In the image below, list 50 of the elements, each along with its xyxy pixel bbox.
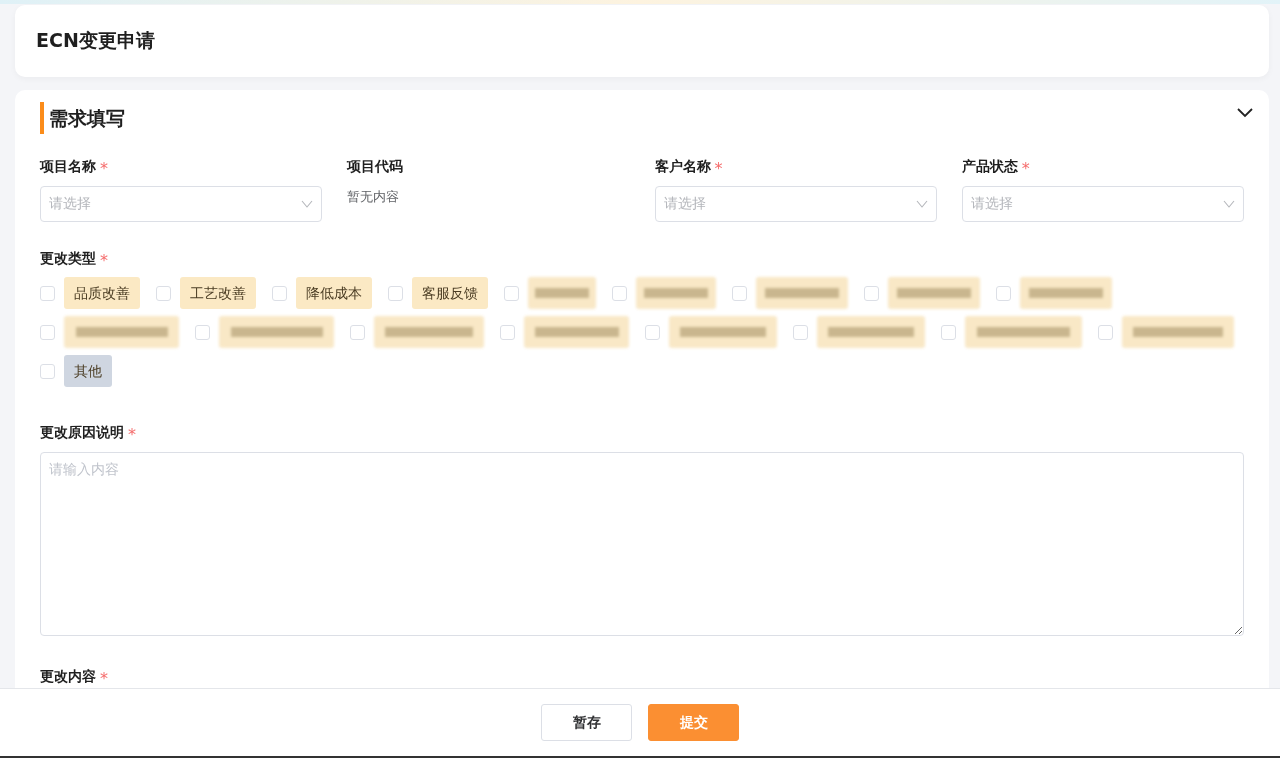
field-label: 更改类型 <box>40 250 96 268</box>
section-title: 需求填写 <box>40 102 125 134</box>
checkbox[interactable] <box>1098 324 1113 340</box>
submit-button[interactable]: 提交 <box>648 704 739 741</box>
checkbox[interactable] <box>350 324 365 340</box>
option-tag: 工艺改善 <box>180 277 256 309</box>
page-title: ECN变更申请 <box>36 28 155 53</box>
select-field[interactable]: 请选择 <box>40 186 323 222</box>
checkbox[interactable] <box>645 324 660 340</box>
required-mark: * <box>100 250 108 270</box>
checkbox[interactable] <box>272 285 287 301</box>
field-label: 客户名称 <box>654 158 711 176</box>
save-draft-button[interactable]: 暂存 <box>541 704 632 741</box>
checkbox[interactable] <box>996 285 1011 301</box>
checkbox[interactable] <box>612 285 627 301</box>
checkbox[interactable] <box>793 324 808 340</box>
reason-textarea[interactable]: 请输入内容 <box>40 452 1244 636</box>
checkbox[interactable] <box>195 324 210 340</box>
checkbox[interactable] <box>500 324 515 340</box>
select-field[interactable]: 请选择 <box>961 186 1244 222</box>
required-mark: * <box>714 158 723 178</box>
caret-icon <box>1223 200 1235 208</box>
checkbox[interactable] <box>40 285 55 301</box>
caret-icon <box>301 200 314 208</box>
required-mark: * <box>100 668 108 688</box>
caret-icon <box>915 200 928 208</box>
checkbox[interactable] <box>40 324 55 340</box>
required-mark: * <box>1021 158 1030 178</box>
field-value: 暂无内容 <box>347 188 401 206</box>
field-label: 更改内容 <box>40 668 96 686</box>
chevron-icon[interactable] <box>1237 108 1253 118</box>
field-label: 产品状态 <box>961 158 1018 176</box>
required-mark: * <box>100 158 108 178</box>
checkbox[interactable] <box>732 285 747 301</box>
checkbox[interactable] <box>941 324 956 340</box>
option-tag: 其他 <box>64 355 112 387</box>
required-mark: * <box>128 424 136 444</box>
checkbox[interactable] <box>156 285 171 301</box>
checkbox[interactable] <box>40 363 55 379</box>
select-field[interactable]: 请选择 <box>654 186 937 222</box>
field-label: 项目代码 <box>347 158 404 176</box>
field-label: 项目名称 <box>40 158 96 176</box>
checkbox[interactable] <box>864 285 879 301</box>
option-tag: 降低成本 <box>296 277 372 309</box>
checkbox[interactable] <box>388 285 403 301</box>
option-tag: 客服反馈 <box>412 277 488 309</box>
blurred-tag <box>528 277 596 309</box>
option-tag: 品质改善 <box>64 277 140 309</box>
field-label: 更改原因说明 <box>40 424 124 442</box>
checkbox[interactable] <box>504 285 519 301</box>
